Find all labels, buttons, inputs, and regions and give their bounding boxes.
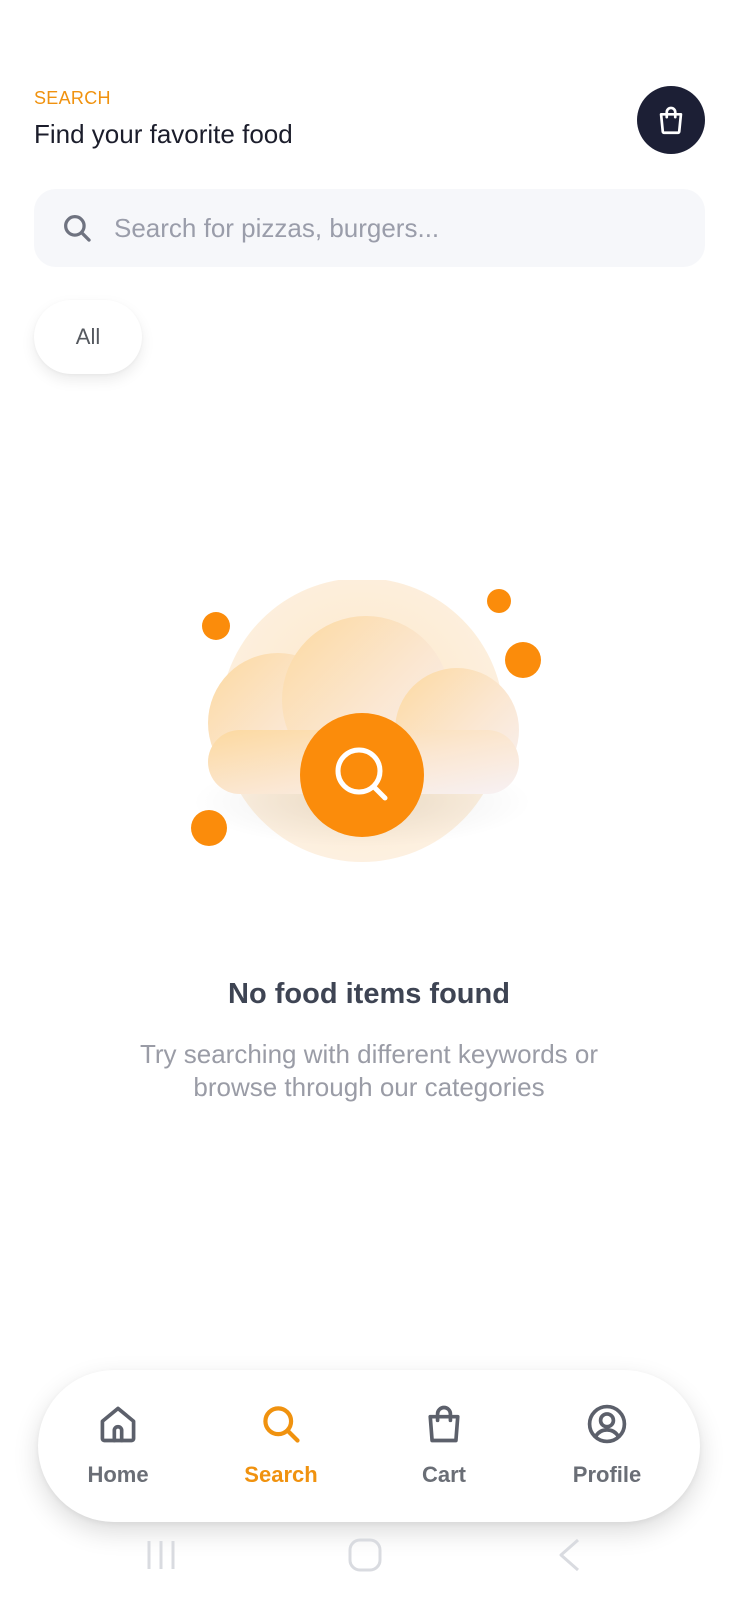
cart-button[interactable] [637, 86, 705, 154]
filter-chip-label: All [75, 324, 101, 349]
back-button-icon[interactable] [556, 1537, 582, 1573]
nav-label-profile: Profile [572, 1462, 642, 1487]
search-icon [60, 211, 94, 245]
nav-label-home: Home [87, 1462, 149, 1487]
recent-apps-icon[interactable] [144, 1537, 178, 1573]
page-eyebrow: SEARCH [34, 88, 111, 108]
profile-icon [587, 1404, 627, 1444]
page-title: Find your favorite food [34, 119, 293, 149]
nav-item-home[interactable]: Home [48, 1370, 188, 1522]
home-button-icon[interactable] [347, 1537, 383, 1573]
search-bar[interactable] [34, 189, 705, 267]
shopping-bag-icon [428, 1405, 460, 1443]
filter-chip-all[interactable]: All [34, 300, 142, 374]
nav-item-profile[interactable]: Profile [537, 1370, 677, 1522]
bottom-navigation: Home Search Cart Profile [38, 1370, 700, 1522]
empty-state-illustration [170, 578, 570, 880]
search-input[interactable] [112, 211, 676, 245]
search-icon [263, 1406, 300, 1443]
home-icon [100, 1406, 136, 1443]
nav-item-search[interactable]: Search [211, 1370, 351, 1522]
empty-state-description: Try searching with different keywords or… [139, 1039, 599, 1102]
nav-label-cart: Cart [421, 1462, 466, 1487]
shopping-bag-icon [659, 106, 683, 135]
nav-label-search: Search [244, 1462, 318, 1487]
empty-state-title: No food items found [228, 978, 510, 1010]
nav-item-cart[interactable]: Cart [374, 1370, 514, 1522]
